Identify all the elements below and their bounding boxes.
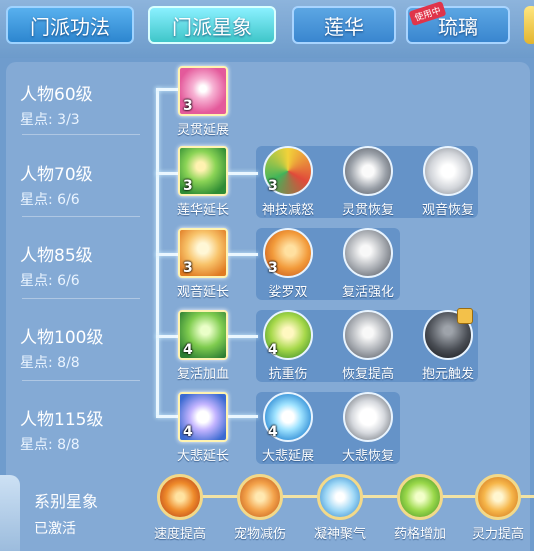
node-label: 灵贯延展 [176,123,229,138]
level-name: 人物70级 [20,165,93,185]
orb-blue-icon: 4 [263,392,313,442]
divider [22,216,140,217]
level-row-60: 人物60级 星点: 3/3 [20,80,93,129]
tab-sect-skills[interactable]: 门派功法 [6,6,134,44]
flame-swirl-icon [157,474,203,520]
tab-liuli[interactable]: 使用中 琉璃 [406,0,510,44]
node-label: 观音恢复 [421,203,474,218]
hand-glow-icon: 4 [263,310,313,360]
orb-white-icon [343,392,393,442]
divider [22,134,140,135]
star-node-huifu-tigao[interactable]: 恢复提高 [328,310,408,382]
divider [22,298,140,299]
node-label: 大悲恢复 [341,449,394,464]
node-label: 复活加血 [176,367,229,382]
level-points: 星点: 6/6 [20,273,80,289]
level-points: 星点: 8/8 [20,355,80,371]
tab-more[interactable] [524,6,534,44]
divider [22,380,140,381]
decorative-ornament [0,475,20,551]
star-node-lianhua-yanchang[interactable]: 3 莲华延长 [163,146,243,218]
tree-trunk [156,88,159,416]
spark-burst-icon [475,474,521,520]
level-name: 人物115级 [20,410,104,430]
node-label: 神技减怒 [261,203,314,218]
tab-lianhua[interactable]: 莲华 [292,6,396,44]
level-name: 人物100级 [20,328,104,348]
meditate-dark-icon [423,308,473,360]
star-node-baoyuan-chufa[interactable]: 抱元触发 [408,308,488,382]
lotus-grey-icon [343,146,393,196]
green-gem-icon [397,474,443,520]
node-label: 抱元触发 [421,367,474,382]
hand-grey-icon [343,310,393,360]
hand-orange-icon [237,474,283,520]
orb-purple-icon: 4 [178,392,228,442]
star-node-guanyin-huifu[interactable]: 观音恢复 [408,146,488,218]
level-row-115: 人物115级 星点: 8/8 [20,405,103,454]
system-node-lingli-tigao[interactable]: 灵力提高 [456,474,534,542]
node-label: 宠物减伤 [233,527,286,542]
node-label: 复活强化 [341,285,394,300]
level-row-100: 人物100级 星点: 8/8 [20,323,103,372]
level-row-85: 人物85级 星点: 6/6 [20,241,93,290]
star-node-lingguan-huifu[interactable]: 灵贯恢复 [328,146,408,218]
system-node-ningshen-juqi[interactable]: 凝神聚气 [298,474,382,542]
star-node-dabei-yanzhan[interactable]: 4 大悲延展 [248,392,328,464]
star-node-guanyin-yanchang[interactable]: 3 观音延长 [163,228,243,300]
system-constellation-info: 系别星象 已激活 [34,488,98,538]
system-name: 系别星象 [34,492,99,511]
level-points: 星点: 8/8 [20,437,80,453]
node-label: 大悲延展 [261,449,314,464]
node-label: 灵贯恢复 [341,203,394,218]
star-node-fuhuo-qianghua[interactable]: 复活强化 [328,228,408,300]
level-name: 人物60级 [20,85,93,105]
system-node-chongwu-jianshang[interactable]: 宠物减伤 [218,474,302,542]
node-label: 恢复提高 [341,367,394,382]
hand-flame-icon: 3 [263,228,313,278]
hand-leaf-icon: 3 [178,146,228,196]
system-node-sudu-tigao[interactable]: 速度提高 [138,474,222,542]
node-label: 凝神聚气 [313,527,366,542]
node-label: 药格增加 [393,527,446,542]
level-points: 星点: 6/6 [20,192,80,208]
node-label: 速度提高 [153,527,206,542]
tab-sect-constellation[interactable]: 门派星象 [148,6,276,44]
level-name: 人物85级 [20,246,93,266]
lotus-light-icon: 3 [178,66,228,116]
node-label: 莲华延长 [176,203,229,218]
node-label: 观音延长 [176,285,229,300]
level-points: 星点: 3/3 [20,112,80,128]
system-state: 已激活 [34,521,76,537]
star-node-lingguan-yanzhan[interactable]: 3 灵贯延展 [163,66,243,138]
star-node-shenji-jiannu[interactable]: 3 神技减怒 [248,146,328,218]
node-label: 大悲延长 [176,449,229,464]
node-label: 抗重伤 [268,367,308,382]
system-node-yaoge-zengjia[interactable]: 药格增加 [378,474,462,542]
target-rainbow-icon: 3 [263,146,313,196]
star-node-fuhuo-jiaxue[interactable]: 4 复活加血 [163,310,243,382]
star-node-dabei-huifu[interactable]: 大悲恢复 [328,392,408,464]
node-label: 灵力提高 [471,527,524,542]
guanyin-gold-icon: 3 [178,228,228,278]
star-node-suoluoshuang[interactable]: 3 娑罗双 [248,228,328,300]
lock-icon [457,308,473,324]
wing-grey-icon [343,228,393,278]
hand-bamboo-icon: 4 [178,310,228,360]
star-node-dabei-yanchang[interactable]: 4 大悲延长 [163,392,243,464]
figure-sparkle-icon [317,474,363,520]
star-node-kang-zhongshang[interactable]: 4 抗重伤 [248,310,328,382]
node-label: 娑罗双 [268,285,308,300]
guanyin-grey-icon [423,146,473,196]
level-row-70: 人物70级 星点: 6/6 [20,160,93,209]
